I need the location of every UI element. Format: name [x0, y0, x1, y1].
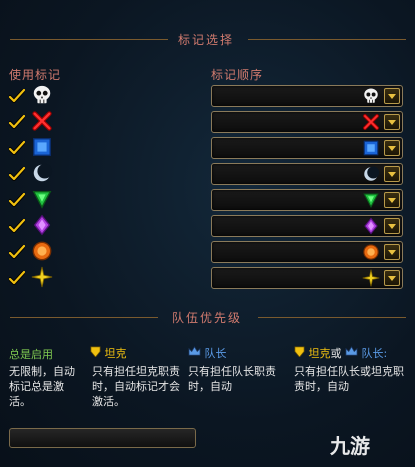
- marker-checkbox[interactable]: [8, 192, 26, 207]
- circle-icon: [31, 240, 53, 262]
- skull-icon: [31, 84, 53, 106]
- tank-or-leader-desc: 只有担任队长或坦克职责时，自动: [294, 365, 404, 393]
- star-icon: [31, 266, 53, 288]
- chevron-down-icon[interactable]: [384, 192, 400, 208]
- marker-checkbox[interactable]: [8, 166, 26, 181]
- marker-checkbox[interactable]: [8, 244, 26, 259]
- always-on-desc: 无限制，自动标记总是激活。: [9, 365, 75, 408]
- moon-icon: [31, 162, 53, 184]
- tank-option[interactable]: 坦克: [90, 345, 127, 361]
- marker-checkbox[interactable]: [8, 140, 26, 155]
- tank-or-label: 坦克: [308, 347, 331, 360]
- square-icon: [362, 139, 380, 157]
- cross-icon: [362, 113, 380, 131]
- marker-order-dropdown[interactable]: [211, 111, 403, 133]
- watermark-logo: 九游: [330, 434, 370, 458]
- crown-icon: [188, 346, 205, 360]
- always-on-option[interactable]: 总是启用: [9, 346, 53, 362]
- chevron-down-icon[interactable]: [384, 88, 400, 104]
- tank-shield-icon: [90, 346, 105, 360]
- marker-order-dropdown[interactable]: [211, 267, 403, 289]
- square-icon: [31, 136, 53, 158]
- marker-checkbox[interactable]: [8, 218, 26, 233]
- chevron-down-icon[interactable]: [384, 166, 400, 182]
- marker-checkbox[interactable]: [8, 270, 26, 285]
- or-connector: 或: [330, 347, 342, 360]
- leader-label-b: 队长:: [361, 347, 388, 360]
- star-icon: [362, 269, 380, 287]
- divider-right: [258, 317, 406, 318]
- diamond-icon: [362, 217, 380, 235]
- diamond-icon: [31, 214, 53, 236]
- divider-left: [10, 39, 168, 40]
- divider-right: [248, 39, 406, 40]
- circle-icon: [362, 243, 380, 261]
- marker-order-dropdown[interactable]: [211, 189, 403, 211]
- chevron-down-icon[interactable]: [384, 270, 400, 286]
- marker-order-dropdown[interactable]: [211, 215, 403, 237]
- cross-icon: [31, 110, 53, 132]
- marker-checkbox[interactable]: [8, 88, 26, 103]
- marker-order-dropdown[interactable]: [211, 241, 403, 263]
- tank-label: 坦克: [104, 347, 127, 360]
- section-title: 标记选择: [178, 33, 235, 47]
- bottom-dropdown[interactable]: [9, 428, 196, 448]
- tank-or-leader-option[interactable]: 坦克或 队长:: [294, 345, 387, 361]
- marker-order-dropdown[interactable]: [211, 137, 403, 159]
- leader-option[interactable]: 队长: [188, 345, 227, 361]
- marker-order-dropdown[interactable]: [211, 163, 403, 185]
- section-title: 队伍优先级: [172, 311, 243, 325]
- tank-desc: 只有担任坦克职责时，自动标记才会激活。: [92, 365, 180, 408]
- team-priority-header: 队伍优先级: [0, 309, 415, 325]
- skull-icon: [362, 87, 380, 105]
- chevron-down-icon[interactable]: [384, 244, 400, 260]
- tank-shield-icon: [294, 346, 309, 360]
- leader-desc: 只有担任队长职责时，自动: [188, 365, 276, 393]
- use-markers-label: 使用标记: [9, 68, 62, 82]
- triangle-icon: [362, 191, 380, 209]
- marker-order-label: 标记顺序: [211, 68, 264, 82]
- moon-icon: [362, 165, 380, 183]
- triangle-icon: [31, 188, 53, 210]
- chevron-down-icon[interactable]: [384, 140, 400, 156]
- divider-left: [10, 317, 158, 318]
- chevron-down-icon[interactable]: [384, 218, 400, 234]
- chevron-down-icon[interactable]: [384, 114, 400, 130]
- marker-checkbox[interactable]: [8, 114, 26, 129]
- leader-label: 队长: [204, 347, 227, 360]
- marker-order-dropdown[interactable]: [211, 85, 403, 107]
- marker-selection-header: 标记选择: [0, 31, 415, 47]
- crown-icon: [345, 346, 362, 360]
